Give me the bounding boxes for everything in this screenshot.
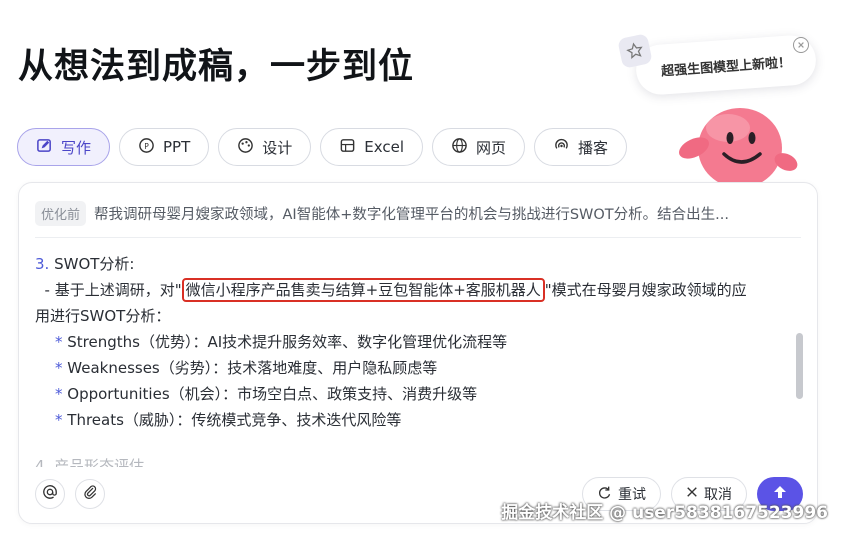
list-item: * Opportunities（机会）：市场空白点、政策支持、消费升级等 [35, 381, 795, 407]
bullet-marker: * [55, 385, 63, 403]
prompt-text: 帮我调研母婴月嫂家政领域，AI智能体+数字化管理平台的机会与挑战进行SWOT分析… [94, 206, 729, 223]
paperclip-icon [82, 484, 98, 504]
section-heading: 3. SWOT分析: [35, 251, 795, 277]
list-item-text: Threats（威胁）：传统模式竞争、技术迭代风险等 [67, 411, 402, 429]
mention-button[interactable] [35, 479, 65, 509]
bullet-marker: * [55, 411, 63, 429]
tab-label: PPT [163, 138, 191, 156]
watermark: 掘金技术社区 @ user5838167523996 [501, 503, 828, 523]
tab-podcast[interactable]: 播客 [534, 128, 628, 166]
ppt-icon: P [138, 137, 155, 158]
chat-panel: 优化前 帮我调研母婴月嫂家政领域，AI智能体+数字化管理平台的机会与挑战进行SW… [18, 182, 818, 524]
section-number: 3. [35, 255, 50, 273]
highlighted-phrase: 微信小程序产品售卖与结算+豆包智能体+客服机器人 [181, 278, 545, 302]
analysis-line: - 基于上述调研，对" 微信小程序产品售卖与结算+豆包智能体+客服机器人 "模式在母… [35, 277, 795, 303]
scrollbar[interactable] [796, 333, 803, 399]
list-item: * Weaknesses（劣势）：技术落地难度、用户隐私顾虑等 [35, 355, 795, 381]
tab-writing[interactable]: 写作 [17, 128, 111, 166]
input-tools [35, 479, 105, 509]
page-headline: 从想法到成稿，一步到位 [18, 47, 415, 87]
tab-label: 写作 [61, 138, 92, 157]
promo-text: 超强生图模型上新啦！ [660, 54, 792, 80]
svg-text:P: P [144, 141, 149, 150]
tab-label: 网页 [476, 138, 507, 157]
response-content: 3. SWOT分析: - 基于上述调研，对" 微信小程序产品售卖与结算+豆包智能体… [35, 251, 795, 467]
mascot-illustration [668, 90, 808, 190]
faded-next-line: 4. 产品形态评估 [35, 457, 145, 467]
list-item: * Strengths（优势）：AI技术提升服务效率、数字化管理优化流程等 [35, 329, 795, 355]
list-item-text: Weaknesses（劣势）：技术落地难度、用户隐私顾虑等 [67, 359, 438, 377]
analysis-text-pre: - 基于上述调研，对" [35, 281, 182, 299]
list-item-text: Strengths（优势）：AI技术提升服务效率、数字化管理优化流程等 [67, 333, 508, 351]
podcast-icon [553, 137, 570, 158]
list-item: * Threats（威胁）：传统模式竞争、技术迭代风险等 [35, 407, 795, 433]
mode-tabs: 写作 P PPT 设计 Excel 网页 播客 [17, 128, 628, 166]
analysis-line-continued: 用进行SWOT分析： [35, 307, 171, 325]
tab-label: Excel [364, 138, 405, 156]
bullet-marker: * [55, 333, 63, 351]
pen-icon [36, 137, 53, 158]
tab-design[interactable]: 设计 [218, 128, 312, 166]
close-icon[interactable] [793, 37, 809, 53]
tab-excel[interactable]: Excel [320, 128, 424, 166]
divider [35, 237, 801, 238]
bullet-marker: * [55, 359, 63, 377]
section-title: SWOT分析: [54, 255, 135, 273]
globe-icon [451, 137, 468, 158]
tab-label: 播客 [578, 138, 609, 157]
tab-webpage[interactable]: 网页 [432, 128, 526, 166]
prompt-row[interactable]: 优化前 帮我调研母婴月嫂家政领域，AI智能体+数字化管理平台的机会与挑战进行SW… [35, 199, 805, 227]
tab-label: 设计 [262, 138, 293, 157]
at-icon [42, 484, 58, 504]
list-item-text: Opportunities（机会）：市场空白点、政策支持、消费升级等 [67, 385, 478, 403]
promo-bubble[interactable]: 超强生图模型上新啦！ [634, 33, 818, 97]
tab-ppt[interactable]: P PPT [119, 128, 210, 166]
palette-icon [237, 137, 254, 158]
table-icon [339, 137, 356, 158]
analysis-text-post: "模式在母婴月嫂家政领域的应 [544, 281, 747, 299]
before-optimize-badge: 优化前 [35, 200, 87, 226]
attach-button[interactable] [75, 479, 105, 509]
